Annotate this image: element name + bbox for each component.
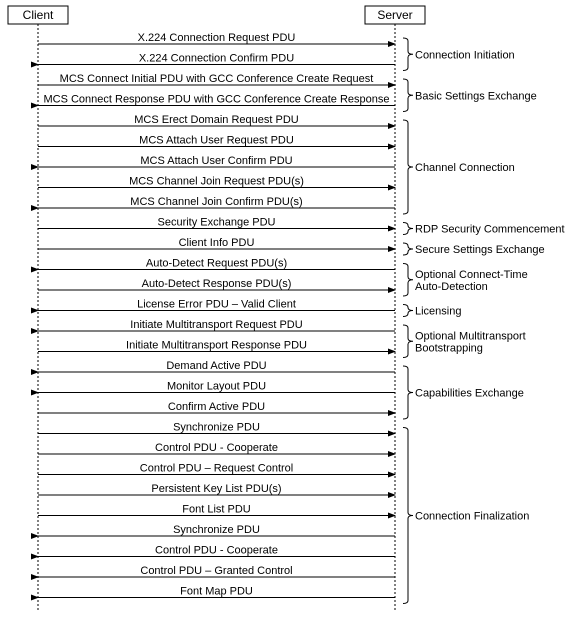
phase-brace	[403, 305, 413, 317]
message-label: Auto-Detect Response PDU(s)	[142, 278, 292, 290]
phase-brace	[403, 38, 413, 71]
phase-label: RDP Security Commencement	[415, 224, 565, 236]
message-label: Monitor Layout PDU	[167, 381, 266, 393]
phase-label: Basic Settings Exchange	[415, 90, 537, 102]
message-label: Synchronize PDU	[173, 422, 260, 434]
phase-brace	[403, 243, 413, 255]
phase-label: Licensing	[415, 306, 461, 318]
phase-brace	[403, 264, 413, 297]
phase-brace	[403, 366, 413, 419]
message-label: X.224 Connection Request PDU	[138, 32, 296, 44]
message-label: Font Map PDU	[180, 586, 253, 598]
message-label: MCS Attach User Request PDU	[139, 135, 294, 147]
phase-label: Channel Connection	[415, 162, 515, 174]
server-label: Server	[377, 8, 412, 22]
phase-label: Optional Connect-Time	[415, 269, 528, 281]
message-label: MCS Channel Join Request PDU(s)	[129, 176, 304, 188]
phase-label: Connection Initiation	[415, 49, 515, 61]
rdp-connection-sequence-diagram: Client Server X.224 Connection Request PDU…	[0, 0, 583, 630]
message-label: Font List PDU	[182, 504, 251, 516]
phase-brace	[403, 223, 413, 235]
message-label: Synchronize PDU	[173, 524, 260, 536]
phase-brace	[403, 325, 413, 358]
message-label: Initiate Multitransport Request PDU	[130, 319, 302, 331]
message-label: Control PDU – Granted Control	[140, 565, 292, 577]
phase-brace	[403, 120, 413, 214]
message-label: Auto-Detect Request PDU(s)	[146, 258, 287, 270]
phase-label: Bootstrapping	[415, 342, 483, 354]
message-label: MCS Connect Initial PDU with GCC Confere…	[60, 73, 374, 85]
message-label: Control PDU - Cooperate	[155, 545, 278, 557]
message-label: MCS Erect Domain Request PDU	[134, 114, 298, 126]
message-label: Security Exchange PDU	[158, 217, 276, 229]
message-label: Persistent Key List PDU(s)	[151, 483, 281, 495]
message-label: Initiate Multitransport Response PDU	[126, 340, 307, 352]
phase-label: Optional Multitransport	[415, 330, 526, 342]
message-label: X.224 Connection Confirm PDU	[139, 53, 294, 65]
phase-brace	[403, 79, 413, 112]
message-label: Control PDU – Request Control	[140, 463, 293, 475]
phase-label: Secure Settings Exchange	[415, 244, 545, 256]
message-label: Client Info PDU	[179, 237, 255, 249]
message-label: MCS Connect Response PDU with GCC Confer…	[43, 94, 389, 106]
phase-label: Capabilities Exchange	[415, 388, 524, 400]
message-label: MCS Attach User Confirm PDU	[140, 155, 292, 167]
phase-label: Connection Finalization	[415, 511, 529, 523]
client-label: Client	[23, 8, 54, 22]
message-label: Confirm Active PDU	[168, 401, 265, 413]
phase-brace	[403, 428, 413, 604]
message-label: Demand Active PDU	[166, 360, 266, 372]
message-label: MCS Channel Join Confirm PDU(s)	[130, 196, 302, 208]
phase-label: Auto-Detection	[415, 281, 488, 293]
message-label: Control PDU - Cooperate	[155, 442, 278, 454]
message-label: License Error PDU – Valid Client	[137, 299, 296, 311]
